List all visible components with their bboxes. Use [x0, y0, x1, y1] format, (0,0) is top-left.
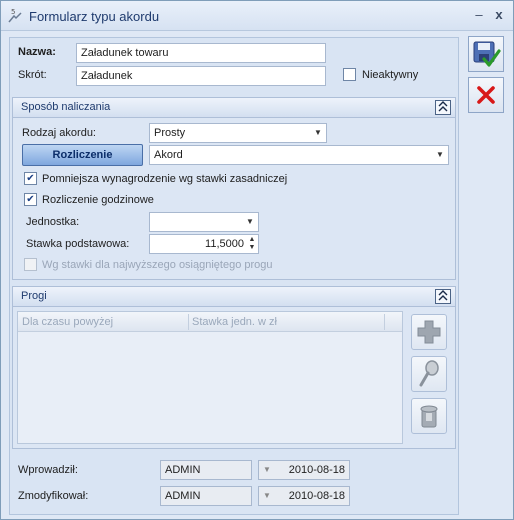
settlement-select[interactable]: Akord ▼ — [149, 145, 449, 165]
entered-by-user: ADMIN — [160, 460, 252, 480]
dialog-window: 5 Formularz typu akordu – x Nazwa: Załad… — [0, 0, 514, 520]
save-button[interactable] — [468, 36, 504, 72]
type-select[interactable]: Prosty ▼ — [149, 123, 327, 143]
chevron-down-icon: ▼ — [263, 491, 271, 500]
short-label: Skrót: — [18, 69, 47, 81]
chevron-down-icon: ▼ — [314, 128, 322, 137]
reduce-salary-label: Pomniejsza wynagrodzenie wg stawki zasad… — [42, 173, 288, 185]
name-label: Nazwa: — [18, 46, 56, 58]
modified-date: 2010-08-18 — [288, 490, 345, 502]
calc-method-header: Sposób naliczania — [13, 98, 455, 118]
hourly-label: Rozliczenie godzinowe — [42, 194, 154, 206]
form-content: Nazwa: Załadunek towaru Skrót: Załadunek… — [9, 37, 459, 515]
short-input[interactable]: Załadunek — [76, 66, 326, 86]
cancel-icon — [477, 86, 495, 104]
entered-date-field: ▼ 2010-08-18 — [258, 460, 350, 480]
collapse-up-icon — [438, 290, 448, 301]
type-label: Rodzaj akordu: — [22, 127, 96, 139]
collapse-up-icon — [438, 101, 448, 112]
inactive-label: Nieaktywny — [362, 69, 419, 81]
settlement-button[interactable]: Rozliczenie — [22, 144, 143, 166]
type-value: Prosty — [154, 127, 186, 139]
reduce-salary-checkbox[interactable]: ✔ — [24, 172, 37, 185]
base-rate-input[interactable]: 11,5000 ▲ ▼ — [149, 234, 259, 254]
thresholds-grid[interactable]: Dla czasu powyżej Stawka jedn. w zł — [17, 311, 403, 444]
modified-by-label: Zmodyfikował: — [18, 490, 89, 502]
chevron-down-icon: ▼ — [263, 465, 271, 474]
base-rate-value: 11,5000 — [205, 238, 244, 250]
close-button[interactable]: x — [491, 7, 507, 23]
entered-by-label: Wprowadził: — [18, 464, 78, 476]
minimize-button[interactable]: – — [471, 7, 487, 23]
save-icon — [473, 41, 501, 67]
unit-select[interactable]: ▼ — [149, 212, 259, 232]
modified-date-field: ▼ 2010-08-18 — [258, 486, 350, 506]
column-divider — [384, 314, 385, 330]
thresholds-panel: Progi Dla czasu powyżej Stawka jedn. w z… — [12, 286, 456, 449]
window-title: Formularz typu akordu — [29, 9, 160, 24]
entered-date: 2010-08-18 — [288, 464, 345, 476]
collapse-thresholds-button[interactable] — [435, 289, 451, 304]
grid-header: Dla czasu powyżej Stawka jedn. w zł — [18, 312, 402, 332]
base-rate-label: Stawka podstawowa: — [26, 238, 130, 250]
name-input[interactable]: Załadunek towaru — [76, 43, 326, 63]
unit-label: Jednostka: — [26, 216, 80, 228]
highest-threshold-checkbox — [24, 258, 37, 271]
cancel-button[interactable] — [468, 77, 504, 113]
spinner-icon[interactable]: ▲ ▼ — [248, 236, 256, 252]
settlement-value: Akord — [154, 149, 183, 161]
column-divider — [188, 314, 189, 330]
plus-icon — [417, 320, 441, 344]
delete-threshold-button[interactable] — [411, 398, 447, 434]
column-header-time: Dla czasu powyżej — [22, 316, 114, 328]
modified-by-user: ADMIN — [160, 486, 252, 506]
column-header-rate: Stawka jedn. w zł — [192, 316, 277, 328]
chevron-down-icon: ▼ — [436, 150, 444, 159]
svg-text:5: 5 — [11, 8, 15, 16]
trash-icon — [420, 405, 438, 428]
hourly-checkbox[interactable]: ✔ — [24, 193, 37, 206]
app-icon: 5 — [7, 7, 23, 25]
inactive-checkbox[interactable] — [343, 68, 356, 81]
thresholds-header: Progi — [13, 287, 455, 307]
add-threshold-button[interactable] — [411, 314, 447, 350]
title-bar[interactable]: 5 Formularz typu akordu – x — [1, 1, 513, 31]
chevron-down-icon: ▼ — [246, 217, 254, 226]
magnifier-icon — [419, 360, 439, 387]
collapse-calc-button[interactable] — [435, 100, 451, 115]
calc-method-title: Sposób naliczania — [21, 101, 111, 113]
edit-threshold-button[interactable] — [411, 356, 447, 392]
calc-method-panel: Sposób naliczania Rodzaj akordu: Prosty … — [12, 97, 456, 280]
thresholds-title: Progi — [21, 290, 47, 302]
highest-threshold-label: Wg stawki dla najwyższego osiągniętego p… — [42, 259, 273, 271]
